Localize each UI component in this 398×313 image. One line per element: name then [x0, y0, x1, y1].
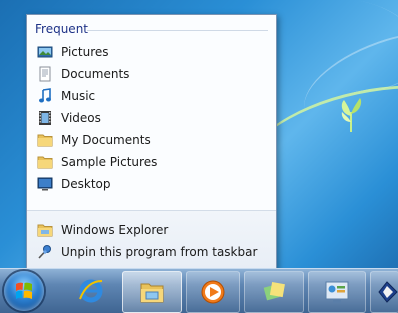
task-windows-explorer[interactable]: Windows Explorer	[33, 220, 270, 240]
internet-explorer-icon	[79, 279, 103, 303]
folder-icon	[37, 134, 53, 147]
start-button[interactable]	[4, 271, 44, 311]
wallpaper-swoosh	[273, 0, 398, 102]
windows-explorer-icon	[37, 224, 53, 237]
unpin-icon	[38, 245, 51, 259]
jump-item-label: Sample Pictures	[61, 155, 158, 169]
jump-item-label: My Documents	[61, 133, 151, 147]
jump-item-music[interactable]: Music	[33, 86, 270, 106]
taskbar-button-sticky-app[interactable]	[244, 271, 304, 313]
taskbar-button-media-player[interactable]	[186, 271, 240, 313]
jump-list: Frequent Pictures Documents Music Videos…	[26, 14, 277, 271]
taskbar-button-internet-explorer[interactable]	[64, 271, 118, 311]
windows-start-orb-icon	[16, 282, 32, 299]
jump-item-documents[interactable]: Documents	[33, 64, 270, 84]
jump-item-label: Pictures	[61, 45, 109, 59]
header-divider	[87, 30, 268, 31]
folder-icon	[37, 156, 53, 169]
task-label: Windows Explorer	[61, 223, 169, 237]
music-library-icon	[39, 88, 51, 103]
jump-item-label: Documents	[61, 67, 130, 81]
media-player-icon	[201, 280, 225, 304]
jump-item-pictures[interactable]: Pictures	[33, 42, 270, 62]
jump-item-label: Desktop	[61, 177, 111, 191]
jump-item-videos[interactable]: Videos	[33, 108, 270, 128]
jump-item-label: Music	[61, 89, 96, 103]
documents-library-icon	[39, 66, 51, 82]
jump-list-header: Frequent	[35, 22, 88, 36]
jump-list-tasks: Windows Explorer Unpin this program from…	[27, 210, 276, 270]
pictures-library-icon	[37, 46, 53, 58]
windows-explorer-icon	[140, 283, 164, 303]
jump-item-sample-pictures[interactable]: Sample Pictures	[33, 152, 270, 172]
task-label: Unpin this program from taskbar	[61, 245, 258, 259]
jump-item-desktop[interactable]: Desktop	[33, 174, 270, 194]
generic-app-icon	[263, 282, 285, 301]
desktop-icon	[37, 177, 53, 191]
control-panel-icon	[325, 281, 349, 303]
wallpaper-sprout-icon	[341, 98, 362, 132]
videos-library-icon	[39, 111, 51, 125]
taskbar-button-control-panel[interactable]	[308, 271, 366, 313]
jump-item-my-documents[interactable]: My Documents	[33, 130, 270, 150]
taskbar-button-windows-explorer[interactable]	[122, 271, 182, 313]
partial-app-icon	[378, 281, 398, 303]
taskbar	[0, 268, 398, 313]
jump-item-label: Videos	[61, 111, 101, 125]
taskbar-button-partial-app[interactable]	[370, 271, 398, 313]
task-unpin-from-taskbar[interactable]: Unpin this program from taskbar	[33, 242, 270, 262]
